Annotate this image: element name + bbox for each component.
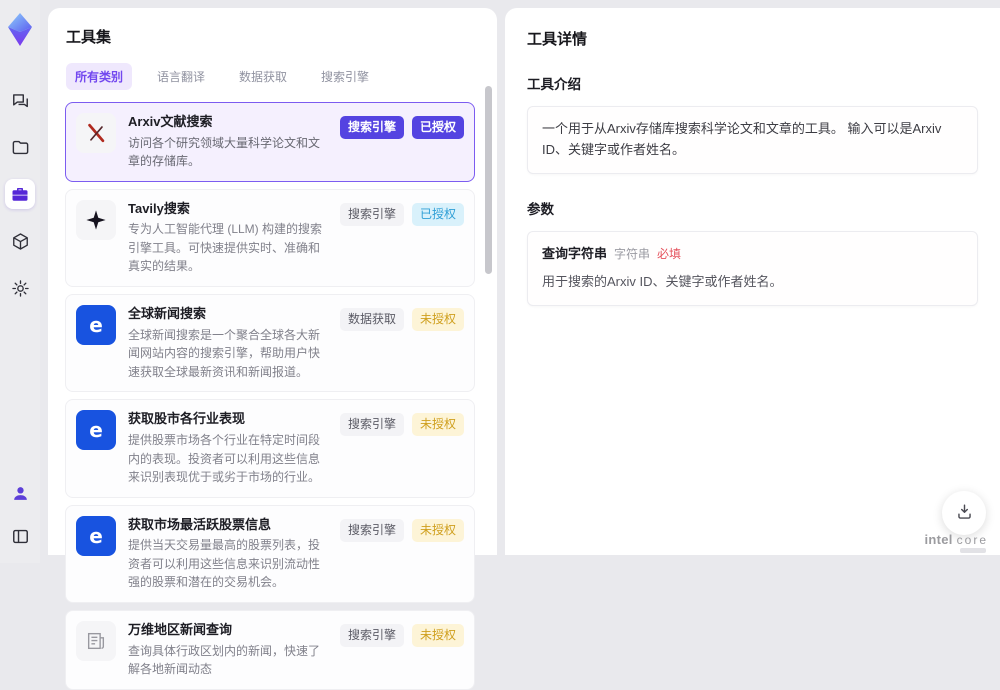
status-badge: 已授权 (411, 116, 464, 139)
status-badge: 未授权 (411, 413, 464, 437)
cube-icon[interactable] (5, 226, 35, 256)
category-badge: 搜索引擎 (339, 518, 404, 542)
category-badge: 搜索引擎 (339, 116, 404, 139)
logo-sub-mark (960, 548, 986, 553)
download-icon (955, 502, 974, 524)
news-blue-icon: e (76, 410, 116, 451)
param-box: 查询字符串 字符串 必填 用于搜索的Arxiv ID、关键字或作者姓名。 (527, 230, 978, 307)
gear-icon[interactable] (5, 273, 35, 303)
tool-description: 查询具体行政区划内的新闻，快速了解各地新闻动态 (128, 643, 321, 677)
folder-icon[interactable] (5, 132, 35, 162)
tool-name: 全球新闻搜索 (128, 306, 207, 322)
news-blue-icon: e (76, 515, 116, 556)
user-icon[interactable] (5, 478, 35, 508)
tool-name: Tavily搜索 (128, 200, 190, 216)
tool-card[interactable]: Arxiv文献搜索访问各个研究领域大量科学论文和文章的存储库。 搜索引擎 已授权 (65, 102, 475, 182)
tool-description: 访问各个研究领域大量科学论文和文章的存储库。 (128, 135, 321, 169)
tool-description: 提供当天交易量最高的股票列表，投资者可以利用这些信息来识别流动性强的股票和潜在的… (128, 538, 321, 590)
category-badge: 搜索引擎 (339, 202, 404, 226)
tool-name: 万维地区新闻查询 (128, 622, 233, 638)
toolset-panel: 工具集 所有类别 语言翻译 数据获取 搜索引擎 Arxiv文献搜索 访问各个研究领域大量… (48, 8, 497, 690)
category-badge: 搜索引擎 (339, 413, 404, 437)
params-title: 参数 (527, 201, 554, 217)
intro-title: 工具介绍 (527, 77, 581, 92)
intel-core-logo: intel core (925, 532, 989, 553)
tavily-icon (76, 199, 116, 240)
app-logo-icon (5, 12, 35, 53)
status-badge: 未授权 (411, 308, 464, 331)
status-badge: 未授权 (411, 518, 464, 542)
newspaper-icon (76, 621, 116, 662)
tool-card[interactable]: e 全球新闻搜索全球新闻搜索是一个聚合全球各大新闻网站内容的搜索引擎，帮助用户快速… (65, 294, 475, 393)
tool-name: 获取股市各行业表现 (128, 411, 246, 427)
core-wordmark: core (956, 533, 988, 547)
left-rail (0, 0, 40, 563)
list-scrollbar[interactable] (485, 86, 492, 274)
intro-text: 一个用于从Arxiv存储库搜索科学论文和文章的工具。 输入可以是Arxiv ID… (542, 121, 942, 157)
arxiv-icon (76, 113, 116, 153)
tool-description: 专为人工智能代理 (LLM) 构建的搜索引擎工具。可快速提供实时、准确和真实的结… (128, 222, 323, 274)
tool-name: Arxiv文献搜索 (128, 114, 213, 129)
detail-title: 工具详情 (527, 31, 588, 48)
rail-nav (5, 85, 35, 303)
intro-box: 一个用于从Arxiv存储库搜索科学论文和文章的工具。 输入可以是Arxiv ID… (527, 106, 978, 174)
category-badge: 数据获取 (339, 308, 404, 331)
status-badge: 未授权 (411, 624, 464, 647)
toolset-title: 工具集 (66, 29, 112, 46)
tool-name: 获取市场最活跃股票信息 (128, 516, 272, 532)
tool-card[interactable]: e 获取市场最活跃股票信息提供当天交易量最高的股票列表，投资者可以利用这些信息来识… (65, 504, 475, 604)
panel-toggle-icon[interactable] (5, 521, 35, 551)
param-description: 用于搜索的Arxiv ID、关键字或作者姓名。 (542, 274, 783, 290)
intel-wordmark: intel (924, 532, 953, 547)
param-type: 字符串 (614, 246, 651, 261)
category-tabs: 所有类别 语言翻译 数据获取 搜索引擎 (66, 63, 479, 90)
tool-description: 提供股票市场各个行业在特定时间段内的表现。投资者可以利用这些信息来识别表现优于或… (128, 432, 321, 485)
tool-card[interactable]: e 获取股市各行业表现提供股票市场各个行业在特定时间段内的表现。投资者可以利用这些… (65, 399, 475, 498)
tab-3[interactable]: 搜索引擎 (312, 63, 378, 90)
param-name: 查询字符串 (542, 245, 608, 261)
tab-2[interactable]: 数据获取 (230, 63, 296, 90)
status-badge: 已授权 (411, 202, 464, 226)
tab-all-categories[interactable]: 所有类别 (66, 63, 133, 90)
download-button[interactable] (942, 491, 986, 535)
tool-card[interactable]: Tavily搜索专为人工智能代理 (LLM) 构建的搜索引擎工具。可快速提供实时… (65, 188, 475, 288)
toolbox-icon[interactable] (5, 179, 35, 209)
tool-detail-panel: 工具详情 工具介绍 一个用于从Arxiv存储库搜索科学论文和文章的工具。 输入可… (505, 8, 1000, 555)
news-blue-icon: e (76, 305, 116, 346)
tool-card[interactable]: 万维地区新闻查询查询具体行政区划内的新闻，快速了解各地新闻动态 搜索引擎 未授权 (65, 610, 475, 690)
tool-list: Arxiv文献搜索 访问各个研究领域大量科学论文和文章的存储库。 搜索引擎 已授权 Ta… (65, 102, 475, 690)
tool-description: 全球新闻搜索是一个聚合全球各大新闻网站内容的搜索引擎，帮助用户快速获取全球最新资… (128, 327, 321, 379)
tab-1[interactable]: 语言翻译 (148, 63, 214, 90)
param-required-badge: 必填 (657, 246, 682, 261)
category-badge: 搜索引擎 (339, 624, 404, 647)
chat-icon[interactable] (5, 85, 35, 115)
